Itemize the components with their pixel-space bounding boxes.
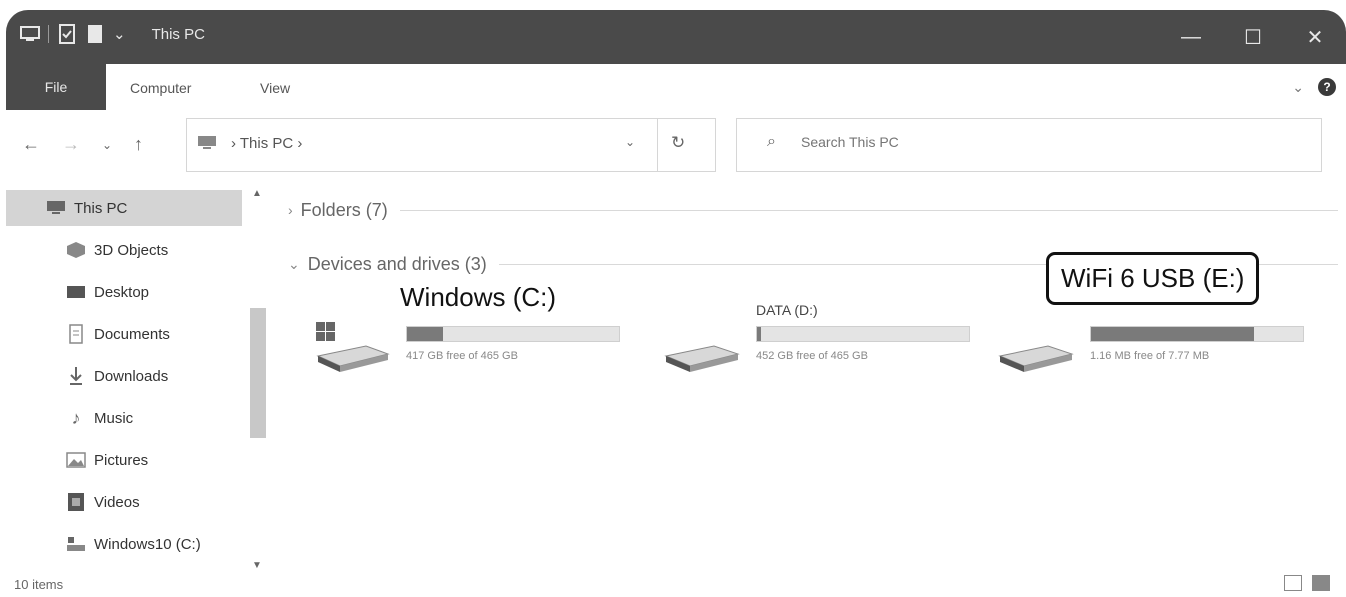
address-dropdown-icon[interactable]: ⌄ (625, 135, 635, 149)
drive-icon (996, 320, 1076, 380)
drive-free-space: 452 GB free of 465 GB (756, 350, 868, 362)
ribbon-controls: ⌄ ? (1292, 78, 1336, 96)
sidebar-item-desktop[interactable]: Desktop (66, 274, 149, 310)
drive-usage-bar (756, 326, 970, 342)
toolbar-separator (48, 25, 49, 43)
back-button[interactable]: ← (22, 134, 40, 155)
breadcrumb[interactable]: › This PC › (231, 135, 302, 152)
search-box[interactable]: ⌕ (736, 118, 1322, 172)
drive-icon (66, 534, 86, 554)
sidebar-item-videos[interactable]: Videos (66, 484, 140, 520)
drive-icon (662, 320, 742, 380)
sidebar-item-downloads[interactable]: Downloads (66, 358, 168, 394)
sidebar-item-windows10-c[interactable]: Windows10 (C:) (66, 526, 201, 562)
sidebar-item-pictures[interactable]: Pictures (66, 442, 148, 478)
drive-usage-bar (1090, 326, 1304, 342)
music-icon: ♪ (71, 407, 81, 428)
sidebar-item-label: 3D Objects (94, 241, 169, 259)
ribbon-tabs: File Computer View ⌄ ? (6, 64, 1346, 112)
folders-group-label: Folders (7) (300, 199, 388, 220)
sidebar-item-this-pc[interactable]: This PC (6, 190, 242, 226)
pc-icon (20, 24, 40, 44)
sidebar-item-documents[interactable]: Documents (66, 316, 170, 352)
scroll-up-icon[interactable]: ▲ (252, 188, 262, 199)
tab-computer[interactable]: Computer (130, 64, 191, 112)
address-bar[interactable]: › This PC › ⌄ ↻ (186, 118, 716, 172)
minimize-button[interactable]: — (1160, 10, 1222, 64)
sidebar-item-label: This PC (74, 199, 128, 217)
large-icons-view-icon[interactable] (1312, 575, 1330, 591)
search-input[interactable] (799, 133, 1283, 151)
tab-view[interactable]: View (260, 64, 290, 112)
pc-icon (197, 135, 217, 151)
navigation-bar: ← → ⌄ ↑ › This PC › ⌄ ↻ ⌕ (6, 112, 1346, 176)
collapse-chevron-icon: ⌄ (288, 255, 300, 272)
drive-name: DATA (D:) (756, 302, 818, 318)
drive-usage-fill (1091, 327, 1255, 341)
explorer-window: ⌄ This PC — ☐ ✕ File Computer View ⌄ ? ←… (6, 10, 1346, 597)
close-button[interactable]: ✕ (1284, 10, 1346, 64)
item-count: 10 items (14, 577, 64, 592)
drive-usage-fill (407, 327, 444, 341)
refresh-icon[interactable]: ↻ (671, 133, 685, 153)
document-icon (66, 324, 86, 344)
up-button[interactable]: ↑ (134, 134, 143, 155)
scrollbar-thumb[interactable] (250, 308, 266, 438)
title-bar: ⌄ This PC — ☐ ✕ (6, 10, 1346, 64)
windows-drive-callout: Windows (C:) (400, 282, 557, 312)
sidebar-item-label: Videos (94, 493, 140, 511)
quick-access-toolbar: ⌄ This PC (20, 24, 205, 44)
drive-tile-c[interactable]: 417 GB free of 465 GB (312, 302, 632, 392)
window-title: This PC (151, 25, 205, 43)
expand-chevron-icon: › (288, 202, 293, 218)
expand-ribbon-icon[interactable]: ⌄ (1292, 79, 1304, 96)
devices-group-label: Devices and drives (3) (307, 253, 487, 274)
maximize-button[interactable]: ☐ (1222, 10, 1284, 64)
help-icon[interactable]: ? (1318, 78, 1336, 96)
drive-usage-bar (406, 326, 620, 342)
sidebar-item-label: Documents (94, 325, 170, 343)
drive-tile-d[interactable]: DATA (D:) 452 GB free of 465 GB (662, 302, 982, 392)
sidebar-item-label: Downloads (94, 367, 169, 385)
video-icon (66, 492, 86, 512)
window-controls: — ☐ ✕ (1160, 10, 1346, 64)
sidebar-scrollbar[interactable]: ▲ ▼ (246, 186, 270, 571)
quick-access-dropdown-icon[interactable]: ⌄ (113, 25, 126, 43)
status-bar: 10 items (6, 571, 1346, 597)
scroll-down-icon[interactable]: ▼ (252, 560, 262, 571)
sidebar-item-music[interactable]: ♪ Music (66, 400, 134, 436)
sidebar-item-label: Music (94, 409, 134, 427)
sidebar-item-label: Desktop (94, 283, 150, 301)
pictures-icon (66, 450, 86, 470)
address-separator (657, 119, 658, 171)
sidebar-item-label: Pictures (94, 451, 149, 469)
recent-locations-button[interactable]: ⌄ (102, 138, 112, 152)
desktop-icon (66, 282, 86, 302)
drive-free-space: 1.16 MB free of 7.77 MB (1090, 350, 1210, 362)
cube-icon (66, 240, 86, 260)
folders-group-header[interactable]: › Folders (7) (288, 198, 1338, 222)
drive-free-space: 417 GB free of 465 GB (406, 350, 518, 362)
group-divider (399, 209, 1338, 211)
tab-file[interactable]: File (6, 64, 106, 110)
sidebar-item-3d-objects[interactable]: 3D Objects (66, 232, 168, 268)
sidebar-item-label: Windows10 (C:) (94, 535, 201, 553)
windows-drive-icon (312, 320, 392, 380)
pc-icon (46, 198, 66, 218)
download-icon (66, 366, 86, 386)
wifi-usb-drive-callout: WiFi 6 USB (E:) (1046, 252, 1260, 305)
properties-icon[interactable] (57, 24, 77, 44)
drive-tile-e[interactable]: 1.16 MB free of 7.77 MB (996, 302, 1316, 392)
forward-button[interactable]: → (62, 134, 80, 155)
search-icon: ⌕ (767, 133, 776, 150)
navigation-pane: This PC 3D Objects Desktop Documents Dow… (6, 186, 270, 571)
details-view-icon[interactable] (1284, 575, 1302, 591)
view-switcher (1284, 575, 1330, 591)
drive-usage-fill (757, 327, 762, 341)
new-folder-icon[interactable] (85, 24, 105, 44)
